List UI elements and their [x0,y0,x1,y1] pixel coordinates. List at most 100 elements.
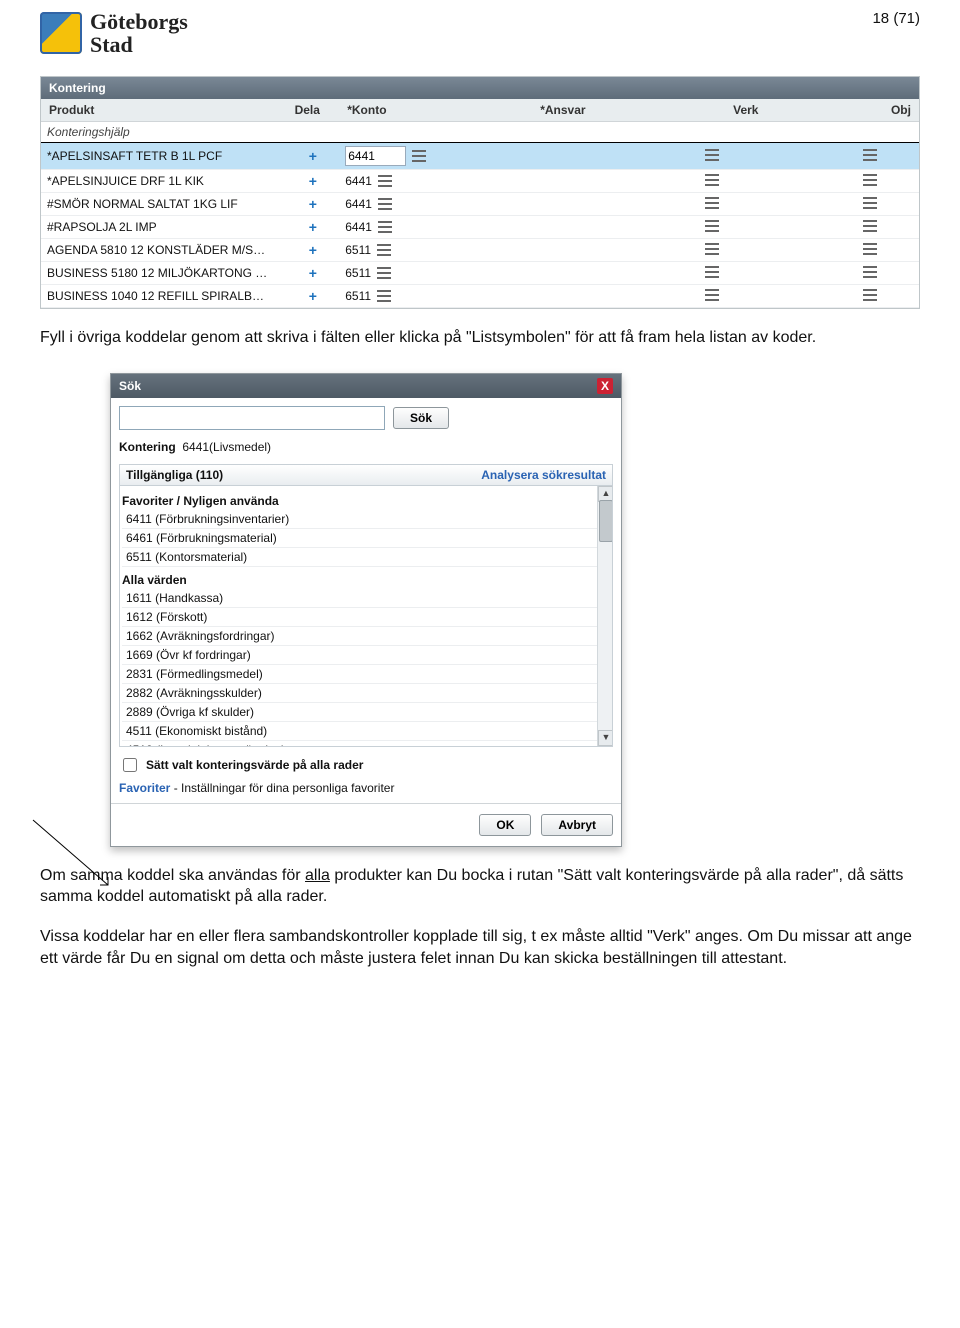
col-dela: Dela [287,99,340,122]
org-name-line1: Göteborgs [90,10,188,33]
available-count: Tillgängliga (110) [126,468,223,482]
produkt-cell: #SMÖR NORMAL SALTAT 1KG LIF [41,193,287,216]
paragraph-1: Fyll i övriga koddelar genom att skriva … [40,327,920,349]
produkt-cell: *APELSINJUICE DRF 1L KIK [41,170,287,193]
list-icon[interactable] [863,289,877,301]
plus-icon[interactable]: + [309,288,317,304]
search-dialog: Sök X Sök Kontering 6441(Livsmedel) Till… [110,373,622,847]
org-logo-block: Göteborgs Stad [40,10,188,56]
list-item[interactable]: 1662 (Avräkningsfordringar) [122,627,610,646]
list-icon[interactable] [378,221,392,233]
list-icon[interactable] [863,174,877,186]
search-input[interactable] [119,406,385,430]
ok-button[interactable]: OK [479,814,531,836]
table-row[interactable]: BUSINESS 1040 12 REFILL SPIRALB… +6511 [41,285,919,308]
list-item[interactable]: 2882 (Avräkningsskulder) [122,684,610,703]
list-icon[interactable] [705,174,719,186]
org-name-line2: Stad [90,33,188,56]
list-item[interactable]: 6411 (Förbrukningsinventarier) [122,510,610,529]
list-icon[interactable] [863,243,877,255]
page-indicator: 18 (71) [872,10,920,27]
produkt-cell: BUSINESS 1040 12 REFILL SPIRALB… [41,285,287,308]
table-row[interactable]: #RAPSOLJA 2L IMP +6441 [41,216,919,239]
kontering-value: 6441(Livsmedel) [182,440,271,454]
col-konto: *Konto [339,99,532,122]
paragraph-2: Om samma koddel ska användas för alla pr… [40,865,920,908]
produkt-cell: AGENDA 5810 12 KONSTLÄDER M/S… [41,239,287,262]
table-row[interactable]: *APELSINSAFT TETR B 1L PCF + [41,143,919,170]
list-item[interactable]: 4512 (Introduktionsersättning) [122,741,610,747]
list-icon[interactable] [705,197,719,209]
cancel-button[interactable]: Avbryt [541,814,613,836]
konto-value: 6441 [345,197,372,211]
kontering-table: Produkt Dela *Konto *Ansvar Verk Obj Kon… [41,99,919,308]
list-item[interactable]: 1611 (Handkassa) [122,589,610,608]
set-all-checkbox[interactable] [123,758,137,772]
favourites-link[interactable]: Favoriter [119,781,170,795]
plus-icon[interactable]: + [309,173,317,189]
list-item[interactable]: 2889 (Övriga kf skulder) [122,703,610,722]
table-row[interactable]: *APELSINJUICE DRF 1L KIK +6441 [41,170,919,193]
set-all-label: Sätt valt konteringsvärde på alla rader [146,758,363,772]
list-item[interactable]: 6511 (Kontorsmaterial) [122,548,610,567]
list-item[interactable]: 4511 (Ekonomiskt bistånd) [122,722,610,741]
analyse-link[interactable]: Analysera sökresultat [481,468,606,482]
list-item[interactable]: 2831 (Förmedlingsmedel) [122,665,610,684]
list-icon[interactable] [705,243,719,255]
favourites-text: - Inställningar för dina personliga favo… [170,781,394,795]
konto-value: 6511 [345,266,371,280]
group-favourites: Favoriter / Nyligen använda [122,494,610,508]
result-list: Favoriter / Nyligen använda 6411 (Förbruk… [119,486,613,747]
list-item[interactable]: 1669 (Övr kf fordringar) [122,646,610,665]
list-item[interactable]: 1612 (Förskott) [122,608,610,627]
produkt-cell: *APELSINSAFT TETR B 1L PCF [41,143,287,170]
list-icon[interactable] [705,266,719,278]
plus-icon[interactable]: + [309,196,317,212]
city-crest-icon [40,12,82,54]
list-icon[interactable] [705,289,719,301]
panel-title: Kontering [41,77,919,99]
list-icon[interactable] [705,149,719,161]
list-icon[interactable] [378,175,392,187]
plus-icon[interactable]: + [309,265,317,281]
list-icon[interactable] [378,198,392,210]
list-icon[interactable] [377,290,391,302]
col-verk: Verk [725,99,883,122]
search-button[interactable]: Sök [393,407,449,429]
list-icon[interactable] [377,244,391,256]
kontering-panel: Kontering Produkt Dela *Konto *Ansvar Ve… [40,76,920,309]
table-row[interactable]: BUSINESS 5180 12 MILJÖKARTONG … +6511 [41,262,919,285]
group-all: Alla värden [122,573,610,587]
plus-icon[interactable]: + [309,148,317,164]
paragraph-3: Vissa koddelar har en eller flera samban… [40,926,920,969]
plus-icon[interactable]: + [309,242,317,258]
scroll-down-icon[interactable]: ▼ [598,730,613,746]
produkt-cell: BUSINESS 5180 12 MILJÖKARTONG … [41,262,287,285]
konto-input[interactable] [345,146,406,166]
kontering-label: Kontering [119,440,176,454]
table-row[interactable]: #SMÖR NORMAL SALTAT 1KG LIF +6441 [41,193,919,216]
list-icon[interactable] [705,220,719,232]
table-row[interactable]: AGENDA 5810 12 KONSTLÄDER M/S… +6511 [41,239,919,262]
list-icon[interactable] [412,150,426,162]
list-icon[interactable] [863,266,877,278]
col-obj: Obj [883,99,919,122]
konto-value: 6441 [345,220,372,234]
list-icon[interactable] [377,267,391,279]
close-icon[interactable]: X [597,378,613,394]
konto-value: 6441 [345,174,372,188]
kontering-hint: Konteringshjälp [41,122,919,143]
col-ansvar: *Ansvar [532,99,725,122]
dialog-title: Sök [119,379,141,393]
list-icon[interactable] [863,220,877,232]
scrollbar[interactable]: ▲ ▼ [597,486,612,746]
plus-icon[interactable]: + [309,219,317,235]
scroll-thumb[interactable] [599,500,613,542]
col-produkt: Produkt [41,99,287,122]
list-item[interactable]: 6461 (Förbrukningsmaterial) [122,529,610,548]
list-icon[interactable] [863,149,877,161]
list-icon[interactable] [863,197,877,209]
konto-value: 6511 [345,243,371,257]
produkt-cell: #RAPSOLJA 2L IMP [41,216,287,239]
konto-value: 6511 [345,289,371,303]
